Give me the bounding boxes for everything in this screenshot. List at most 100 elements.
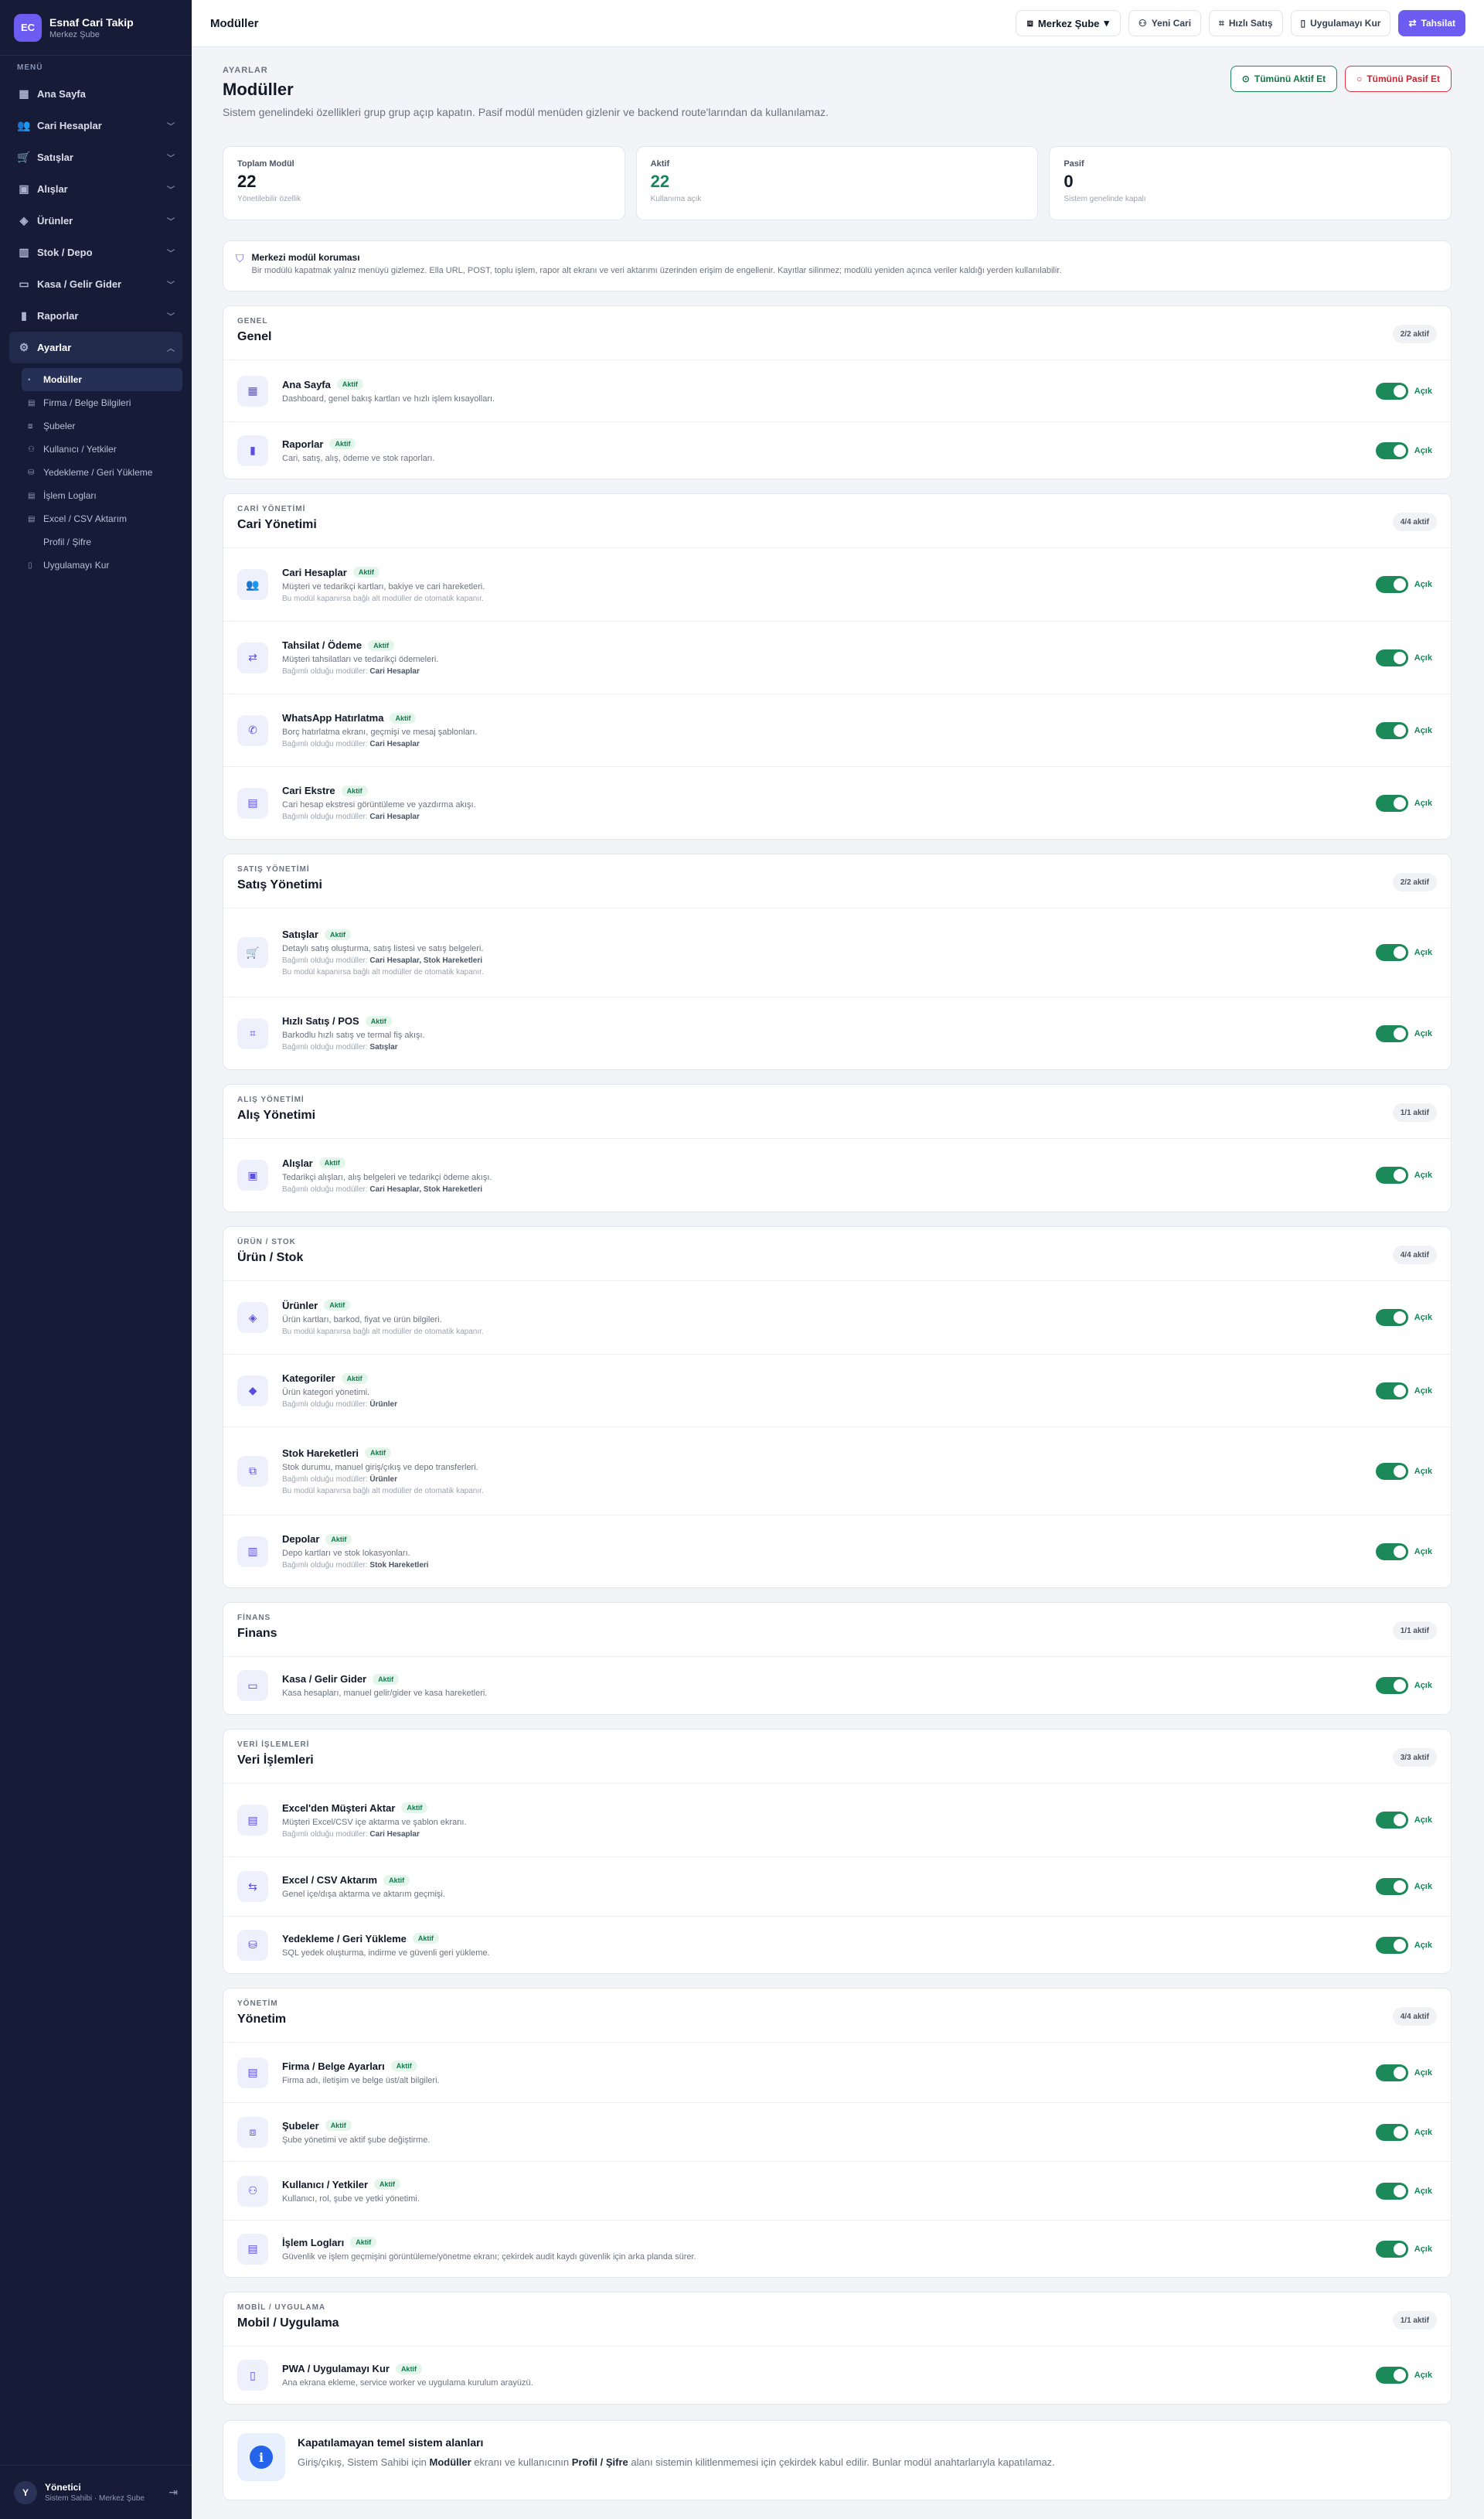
module-toggle[interactable]: Açık [1375, 382, 1432, 400]
sidebar-subitem-label: Yedekleme / Geri Yükleme [43, 467, 153, 478]
toggle-switch[interactable] [1375, 1878, 1408, 1895]
module-name: Raporlar [282, 438, 324, 450]
module-toggle[interactable]: Açık [1375, 1677, 1432, 1694]
module-group-y-netim: YÖNETİM Yönetim 4/4 aktif ▤ Firma / Belge Ay… [223, 1988, 1452, 2278]
module-group-veri-i-lemleri: VERİ İŞLEMLERİ Veri İşlemleri 3/3 aktif ▤ Ex… [223, 1729, 1452, 1974]
module-description: SQL yedek oluşturma, indirme ve güvenli … [282, 1948, 490, 1958]
core-info-text: Giriş/çıkış, Sistem Sahibi için Modüller… [298, 2456, 1055, 2468]
dependency-prefix: Bağımlı olduğu modüller: [282, 667, 368, 676]
sidebar-subitem-kur[interactable]: ▯ Uygulamayı Kur [22, 554, 182, 577]
module-toggle[interactable]: Açık [1375, 1936, 1432, 1954]
module-description: Müşteri tahsilatları ve tedarikçi ödemel… [282, 655, 439, 664]
module-description: Ürün kategori yönetimi. [282, 1388, 370, 1397]
toggle-switch[interactable] [1375, 441, 1408, 459]
toggle-switch[interactable] [1375, 1542, 1408, 1560]
module-toggle[interactable]: Açık [1375, 721, 1432, 739]
toggle-switch[interactable] [1375, 576, 1408, 593]
barcode-icon: ⌗ [237, 1017, 268, 1049]
sidebar-subitem-kullanici[interactable]: ⚇ Kullanıcı / Yetkiler [22, 438, 182, 461]
module-toggle[interactable]: Açık [1375, 441, 1432, 459]
toggle-switch[interactable] [1375, 794, 1408, 812]
module-toggle[interactable]: Açık [1375, 2182, 1432, 2200]
module-toggle[interactable]: Açık [1375, 1462, 1432, 1480]
sidebar-item-urunler[interactable]: ◈ Ürünler ﹀ [9, 205, 182, 237]
toggle-switch[interactable] [1375, 649, 1408, 666]
users-icon: 👥 [237, 569, 268, 600]
toggle-switch[interactable] [1375, 1382, 1408, 1399]
module-description: Müşteri ve tedarikçi kartları, bakiye ve… [282, 581, 485, 591]
sidebar-item-alislar[interactable]: ▣ Alışlar ﹀ [9, 173, 182, 205]
quick-sale-button[interactable]: ⌗ Hızlı Satış [1209, 10, 1283, 36]
toggle-label: Açık [1414, 580, 1432, 589]
logout-icon[interactable]: ⇥ [168, 2486, 178, 2499]
module-toggle[interactable]: Açık [1375, 1382, 1432, 1399]
chevron-down-icon: ﹀ [167, 155, 175, 163]
sidebar-subitem-excel[interactable]: ▤ Excel / CSV Aktarım [22, 507, 182, 530]
sidebar-subitem-firma[interactable]: ▤ Firma / Belge Bilgileri [22, 391, 182, 414]
module-toggle[interactable]: Açık [1375, 2064, 1432, 2081]
branch-select[interactable]: ⧈ Merkez Şube ▾ [1015, 10, 1121, 36]
module-toggle[interactable]: Açık [1375, 1812, 1432, 1829]
sidebar-subitem-moduller[interactable]: ▪ Modüller [22, 368, 182, 391]
module-name: Şubeler [282, 2119, 319, 2132]
sidebar-subitem-yedekleme[interactable]: ⛁ Yedekleme / Geri Yükleme [22, 461, 182, 484]
install-app-button[interactable]: ▯ Uygulamayı Kur [1290, 10, 1391, 36]
module-toggle[interactable]: Açık [1375, 794, 1432, 812]
toggle-switch[interactable] [1375, 382, 1408, 400]
sidebar-item-satislar[interactable]: 🛒 Satışlar ﹀ [9, 141, 182, 173]
enable-all-button[interactable]: ⊙ Tümünü Aktif Et [1230, 66, 1338, 92]
sidebar-item-ana-sayfa[interactable]: ▦ Ana Sayfa [9, 78, 182, 110]
database-icon: ⛁ [237, 1929, 268, 1961]
toggle-label: Açık [1414, 1313, 1432, 1322]
shield-icon: ⛉ [236, 252, 244, 264]
module-toggle[interactable]: Açık [1375, 2123, 1432, 2141]
module-toggle[interactable]: Açık [1375, 1024, 1432, 1042]
module-name-line: Yedekleme / Geri Yükleme Aktif [282, 1933, 1437, 1945]
toggle-switch[interactable] [1375, 1024, 1408, 1042]
toggle-switch[interactable] [1375, 2064, 1408, 2081]
toggle-switch[interactable] [1375, 1167, 1408, 1184]
module-row: ▦ Ana Sayfa Aktif Dashboard, genel bakış ka… [223, 360, 1451, 421]
toggle-switch[interactable] [1375, 721, 1408, 739]
module-toggle[interactable]: Açık [1375, 1309, 1432, 1326]
sidebar-item-stok-depo[interactable]: ▥ Stok / Depo ﹀ [9, 237, 182, 268]
module-name: Ürünler [282, 1299, 318, 1311]
toggle-switch[interactable] [1375, 1677, 1408, 1694]
sidebar-subitem-profil[interactable]: Profil / Şifre [22, 530, 182, 554]
brand[interactable]: EC Esnaf Cari Takip Merkez Şube [0, 0, 192, 56]
toggle-switch[interactable] [1375, 944, 1408, 961]
module-toggle[interactable]: Açık [1375, 2367, 1432, 2384]
module-row: ⧈ Şubeler Aktif Şube yönetimi ve aktif şube… [223, 2102, 1451, 2161]
module-toggle[interactable]: Açık [1375, 2240, 1432, 2258]
page-title-topbar: Modüller [210, 16, 259, 30]
sidebar-item-ayarlar[interactable]: ⚙ Ayarlar ︿ [9, 332, 182, 363]
sidebar-subitem-subeler[interactable]: ⧈ Şubeler [22, 414, 182, 438]
group-active-badge: 4/4 aktif [1392, 513, 1437, 531]
toggle-switch[interactable] [1375, 2123, 1408, 2141]
module-toggle[interactable]: Açık [1375, 576, 1432, 593]
disable-all-button[interactable]: ○ Tümünü Pasif Et [1345, 66, 1452, 92]
toggle-switch[interactable] [1375, 1812, 1408, 1829]
toggle-switch[interactable] [1375, 2240, 1408, 2258]
collect-button[interactable]: ⇄ Tahsilat [1398, 10, 1465, 36]
new-cari-button[interactable]: ⚇ Yeni Cari [1128, 10, 1202, 36]
sidebar-item-raporlar[interactable]: ▮ Raporlar ﹀ [9, 300, 182, 332]
module-toggle[interactable]: Açık [1375, 1167, 1432, 1184]
module-toggle[interactable]: Açık [1375, 944, 1432, 961]
notice-text: Bir modülü kapatmak yalnız menüyü gizlem… [251, 266, 1062, 275]
module-toggle[interactable]: Açık [1375, 1542, 1432, 1560]
sidebar-subitem-loglar[interactable]: ▤ İşlem Logları [22, 484, 182, 507]
toggle-switch[interactable] [1375, 1936, 1408, 1954]
group-modules: ▣ Alışlar Aktif Tedarikçi alışları, alış be… [223, 1139, 1451, 1212]
module-group-r-n-stok: ÜRÜN / STOK Ürün / Stok 4/4 aktif ◈ Ürünler A… [223, 1226, 1452, 1588]
toggle-switch[interactable] [1375, 1309, 1408, 1326]
sidebar-item-kasa[interactable]: ▭ Kasa / Gelir Gider ﹀ [9, 268, 182, 300]
module-toggle[interactable]: Açık [1375, 649, 1432, 666]
sidebar-item-cari-hesaplar[interactable]: 👥 Cari Hesaplar ﹀ [9, 110, 182, 141]
module-name: Hızlı Satış / POS [282, 1015, 359, 1027]
toggle-switch[interactable] [1375, 2182, 1408, 2200]
chevron-down-icon: ﹀ [167, 123, 175, 131]
toggle-switch[interactable] [1375, 2367, 1408, 2384]
toggle-switch[interactable] [1375, 1462, 1408, 1480]
module-toggle[interactable]: Açık [1375, 1878, 1432, 1895]
